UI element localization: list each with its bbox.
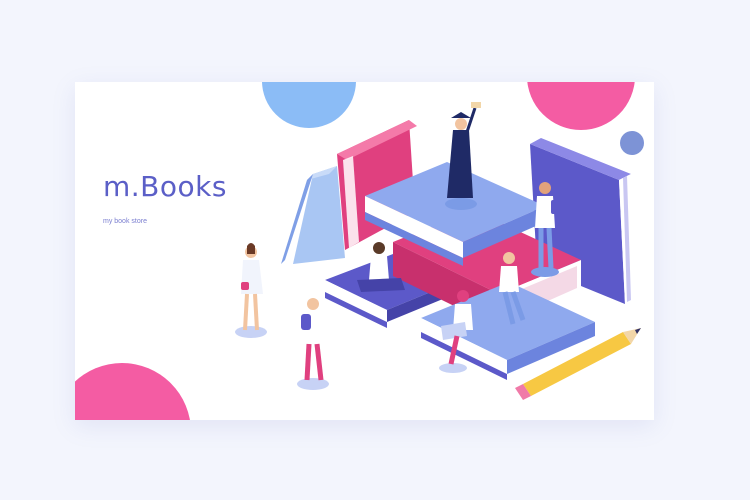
- hero-banner: m.Books my book store: [75, 82, 654, 420]
- person-backpack-man-icon: [297, 298, 329, 390]
- person-walking-woman-icon: [235, 243, 267, 338]
- books-illustration: [235, 102, 641, 400]
- tilted-book-icon: [281, 166, 345, 264]
